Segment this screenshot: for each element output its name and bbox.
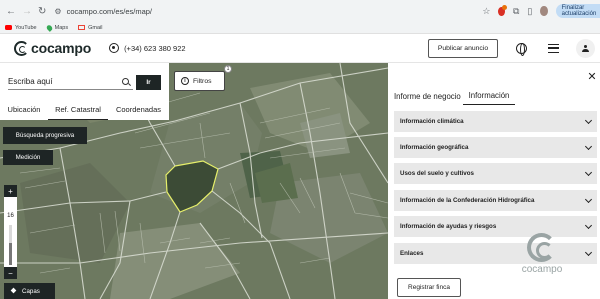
accordion-label: Información climática: [400, 118, 464, 125]
tab-coordenadas[interactable]: Coordenadas: [108, 99, 169, 120]
bookmark-gmail[interactable]: Gmail: [78, 25, 102, 31]
star-icon[interactable]: ☆: [482, 6, 490, 17]
youtube-icon: [5, 25, 12, 30]
chevron-down-icon: [584, 248, 593, 257]
accordion-confederacion[interactable]: Información de la Confederación Hidrográ…: [394, 190, 597, 211]
user-icon: [582, 45, 589, 52]
zoom-out-button[interactable]: −: [4, 267, 17, 279]
extension-icon[interactable]: [498, 4, 507, 16]
bookmark-label: Maps: [54, 24, 69, 31]
zoom-in-button[interactable]: +: [4, 185, 17, 197]
gmail-icon: [78, 25, 86, 30]
bookmark-youtube[interactable]: YouTube: [5, 25, 37, 31]
info-icon: i: [181, 77, 189, 85]
menu-icon[interactable]: [548, 44, 559, 53]
chevron-down-icon: [584, 221, 593, 230]
back-icon[interactable]: ←: [6, 5, 16, 17]
accordion-label: Enlaces: [400, 250, 424, 257]
zoom-slider[interactable]: [9, 225, 12, 265]
whatsapp-icon: [109, 43, 120, 53]
filters-label: Filtros: [193, 77, 212, 85]
filters-button[interactable]: i Filtros: [174, 71, 225, 91]
phone-contact[interactable]: (+34) 623 380 922: [109, 43, 186, 53]
site-header: cocampo (+34) 623 380 922 Publicar anunc…: [0, 34, 600, 63]
bookmark-label: YouTube: [15, 24, 37, 31]
profile-avatar[interactable]: [540, 6, 548, 16]
layers-label: Capas: [22, 287, 40, 295]
update-button[interactable]: Finalizar actualización ⋮: [555, 4, 600, 18]
panel-tabs: Informe de negocio Información: [393, 87, 515, 105]
accordion-usos-suelo[interactable]: Usos del suelo y cultivos: [394, 163, 597, 184]
search-input[interactable]: [8, 74, 133, 90]
accordion-label: Información geográfica: [400, 144, 469, 151]
logo-mark-icon: [14, 40, 29, 56]
bookmark-maps[interactable]: Maps: [45, 23, 69, 32]
accordion-label: Usos del suelo y cultivos: [400, 170, 474, 177]
zoom-level: 16: [7, 213, 14, 219]
browser-toolbar: ← → ↻ ⚙ cocampo.com/es/es/map/ ☆ ⧉ ▯ Fin…: [0, 0, 600, 22]
layers-icon: [10, 288, 17, 294]
reload-icon[interactable]: ↻: [38, 5, 46, 17]
globe-icon[interactable]: [516, 43, 527, 56]
zoom-control: + 16 −: [4, 185, 17, 279]
progressive-search-button[interactable]: Búsqueda progresiva: [3, 127, 87, 144]
update-button-label: Finalizar actualización: [561, 5, 597, 17]
search-icon[interactable]: [122, 78, 129, 85]
search-panel: Ir Ubicación Ref. Catastral Coordenadas: [0, 63, 169, 120]
register-parcel-button[interactable]: Registrar finca: [397, 278, 461, 297]
extensions-puzzle-icon[interactable]: ⧉: [513, 6, 519, 17]
accordion-label: Información de ayudas y riesgos: [400, 223, 497, 230]
zoom-slider-fill: [9, 243, 12, 265]
bookmark-label: Gmail: [88, 24, 103, 31]
chevron-down-icon: [584, 195, 593, 204]
info-panel: ✕ Informe de negocio Información Informa…: [388, 63, 600, 299]
watermark-text: cocampo: [521, 264, 563, 275]
user-button[interactable]: [576, 39, 595, 58]
chevron-down-icon: [584, 168, 593, 177]
sidebar-icon[interactable]: ▯: [527, 6, 532, 17]
tab-informacion[interactable]: Información: [463, 87, 515, 105]
tab-ref-catastral[interactable]: Ref. Catastral: [48, 99, 108, 120]
address-bar[interactable]: ⚙ cocampo.com/es/es/map/: [54, 3, 474, 19]
maps-icon: [45, 23, 54, 32]
tab-informe-negocio[interactable]: Informe de negocio: [393, 87, 463, 105]
watermark-logo: cocampo: [516, 233, 568, 278]
accordion-geografica[interactable]: Información geográfica: [394, 137, 597, 158]
search-tabs: Ubicación Ref. Catastral Coordenadas: [0, 99, 169, 120]
bookmarks-bar: YouTube Maps Gmail: [0, 22, 600, 34]
phone-number: (+34) 623 380 922: [124, 43, 186, 53]
logo-text: cocampo: [31, 40, 92, 56]
tab-ubicacion[interactable]: Ubicación: [0, 99, 48, 120]
go-button[interactable]: Ir: [136, 75, 161, 90]
close-icon[interactable]: ✕: [587, 72, 597, 83]
accordion-climatica[interactable]: Información climática: [394, 111, 597, 132]
chevron-down-icon: [584, 116, 593, 125]
publish-ad-button[interactable]: Publicar anuncio: [428, 39, 498, 58]
filters-count-badge: 1: [224, 65, 232, 73]
chevron-down-icon: [584, 142, 593, 151]
logo[interactable]: cocampo: [14, 40, 91, 56]
url-text: cocampo.com/es/es/map/: [66, 6, 153, 16]
accordion-label: Información de la Confederación Hidrográ…: [400, 197, 535, 204]
forward-icon[interactable]: →: [22, 5, 32, 17]
measure-button[interactable]: Medición: [3, 150, 53, 165]
layers-button[interactable]: Capas: [4, 283, 55, 299]
watermark-mark-icon: [527, 233, 556, 262]
site-info-icon[interactable]: ⚙: [54, 7, 61, 16]
